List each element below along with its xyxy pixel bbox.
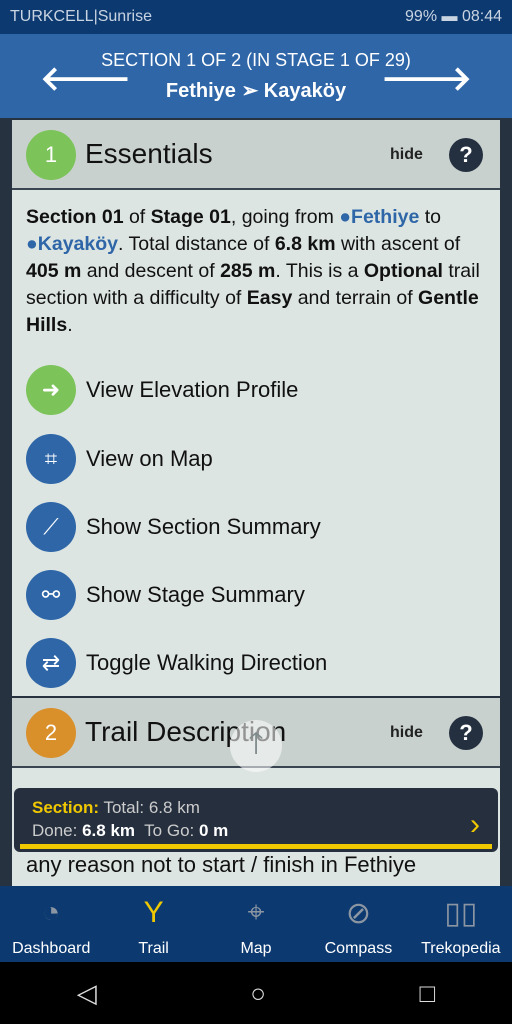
view-on-map-button[interactable]: ⌗ View on Map: [26, 433, 213, 485]
scroll-to-top-button[interactable]: 🡑: [230, 720, 282, 772]
link-icon: ⚯: [26, 570, 76, 620]
speedometer-icon: ◔: [42, 896, 61, 929]
essentials-title: Essentials: [85, 138, 213, 169]
nav-trekopedia[interactable]: ▯▯ Trekopedia: [410, 886, 512, 962]
action-label: Toggle Walking Direction: [86, 650, 328, 675]
toggle-walking-direction-button[interactable]: ⇄ Toggle Walking Direction: [26, 637, 327, 689]
section-number-badge: 2: [26, 708, 76, 758]
battery-level: 99%: [405, 8, 438, 25]
from-link[interactable]: ●Fethiye: [339, 206, 419, 228]
battery-icon: ▬: [441, 8, 458, 25]
home-icon[interactable]: ○: [250, 978, 266, 1009]
total-distance: Total: 6.8 km: [99, 798, 200, 817]
recents-icon[interactable]: □: [420, 978, 436, 1009]
done-distance: 6.8 km: [82, 821, 136, 840]
trail-fork-icon: Y: [143, 896, 164, 929]
action-label: Show Stage Summary: [86, 582, 305, 607]
help-icon[interactable]: ?: [449, 138, 483, 172]
system-nav-bar: ◁ ○ □: [0, 962, 512, 1024]
hide-trail-description-button[interactable]: hide: [390, 724, 423, 742]
trail-description-text: any reason not to start / finish in Feth…: [26, 852, 417, 877]
status-bar: TURKCELL|Sunrise 99% ▬ 08:44: [0, 0, 512, 34]
carrier: TURKCELL|Sunrise: [10, 8, 152, 25]
section-label: Section:: [32, 798, 100, 817]
book-icon: ▯▯: [444, 897, 478, 930]
nav-compass[interactable]: ⊘ Compass: [307, 886, 409, 962]
show-section-summary-button[interactable]: ⟋ Show Section Summary: [26, 501, 321, 553]
back-icon[interactable]: ◁: [77, 978, 97, 1009]
help-icon[interactable]: ?: [449, 716, 483, 750]
to-link[interactable]: ●Kayaköy: [26, 233, 118, 255]
action-label: Show Section Summary: [86, 514, 321, 539]
bottom-nav: ◔ Dashboard Y Trail ⌖ Map ⊘ Compass ▯▯ Trekop…: [0, 886, 512, 962]
map-icon: ⌗: [26, 434, 76, 484]
view-elevation-profile-button[interactable]: ➜ View Elevation Profile: [26, 364, 298, 416]
section-header: 🡐 SECTION 1 OF 2 (IN STAGE 1 OF 29) Feth…: [0, 34, 512, 118]
show-stage-summary-button[interactable]: ⚯ Show Stage Summary: [26, 569, 305, 621]
nav-dashboard[interactable]: ◔ Dashboard: [0, 886, 102, 962]
action-label: View Elevation Profile: [86, 377, 299, 402]
nav-map[interactable]: ⌖ Map: [205, 886, 307, 962]
next-section-button[interactable]: 🡒: [381, 58, 472, 99]
section-progress-card[interactable]: Section: Total: 6.8 km Done: 6.8 km To G…: [14, 788, 498, 852]
map-pin-icon: ⌖: [247, 896, 265, 929]
togo-distance: 0 m: [198, 821, 229, 840]
line-icon: ⟋: [26, 502, 76, 552]
clock: 08:44: [461, 8, 502, 25]
hide-essentials-button[interactable]: hide: [390, 146, 423, 164]
section-number-badge: 1: [26, 130, 76, 180]
nav-trail[interactable]: Y Trail: [102, 886, 204, 962]
swap-icon: ⇄: [26, 638, 76, 688]
arrow-right-circle-icon: ➜: [26, 365, 76, 415]
essentials-description: Section 01 of Stage 01, going from ●Feth…: [26, 206, 480, 336]
compass-icon: ⊘: [345, 897, 371, 930]
essentials-header: 1 Essentials hide ?: [12, 120, 500, 190]
chevron-right-icon[interactable]: ›: [470, 808, 480, 842]
action-label: View on Map: [86, 446, 213, 471]
progress-bar: [20, 844, 492, 849]
